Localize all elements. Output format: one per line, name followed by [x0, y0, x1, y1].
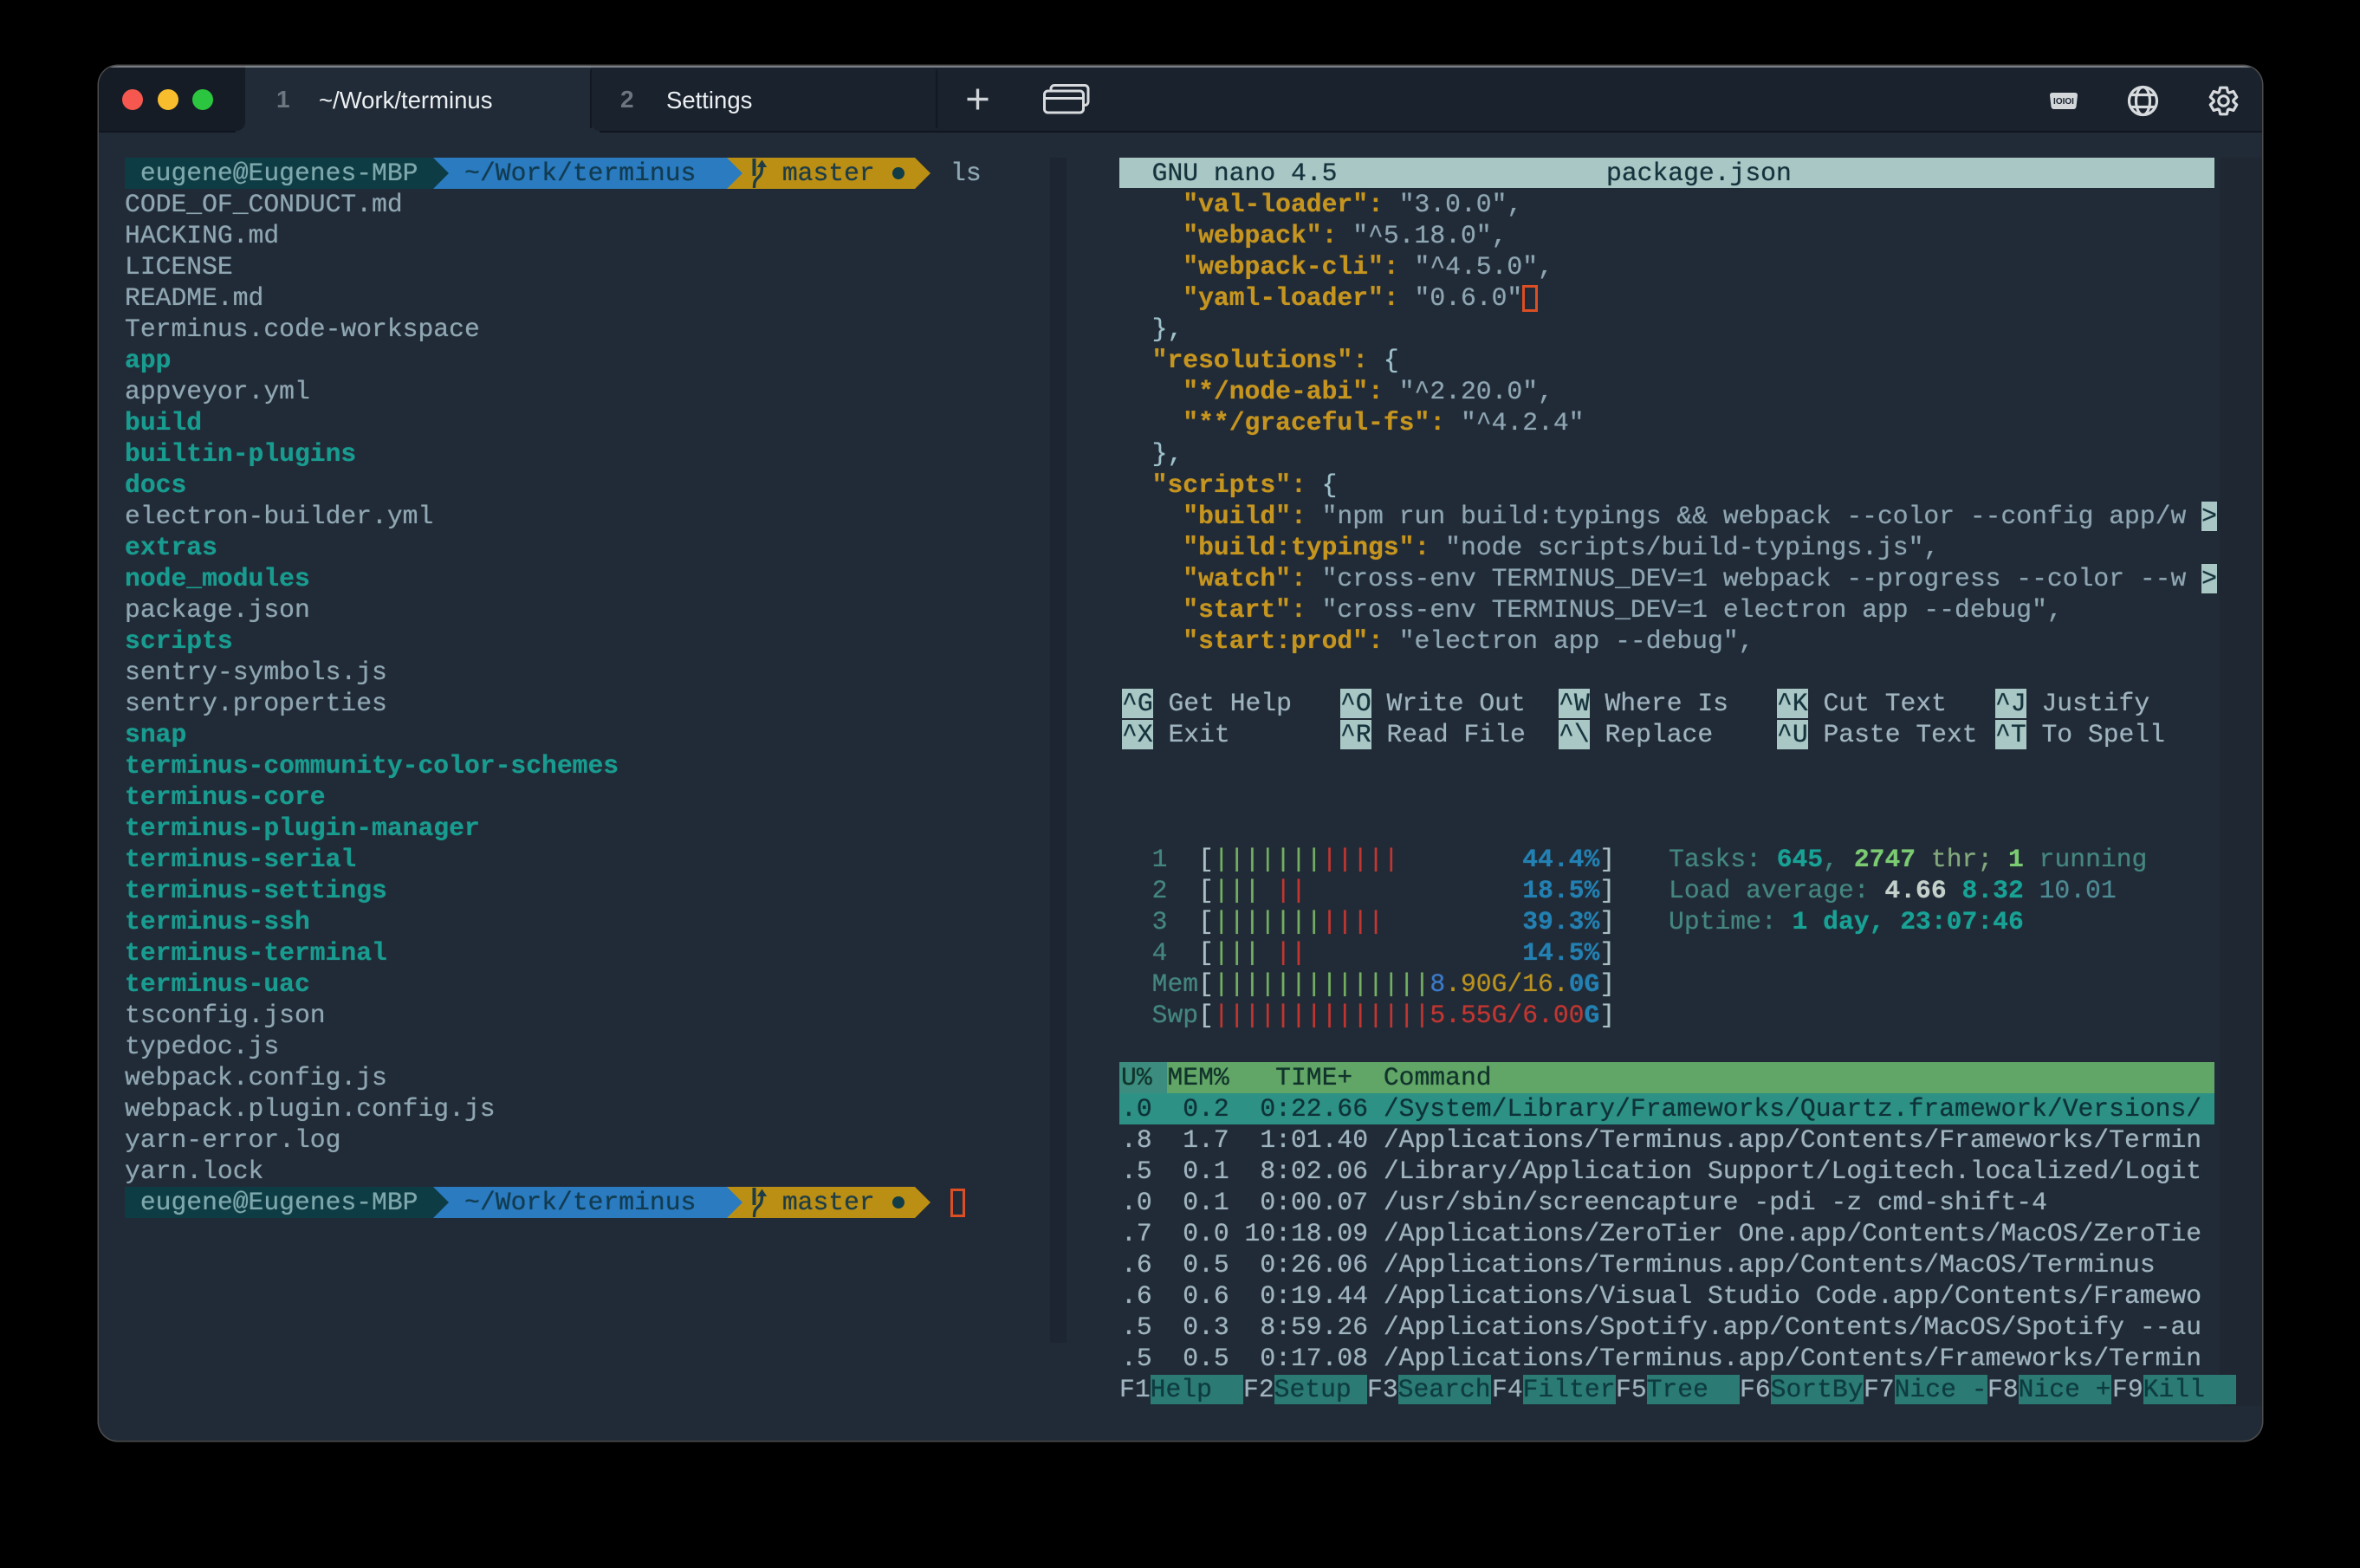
svg-text:IOIOI: IOIOI [2053, 97, 2074, 107]
